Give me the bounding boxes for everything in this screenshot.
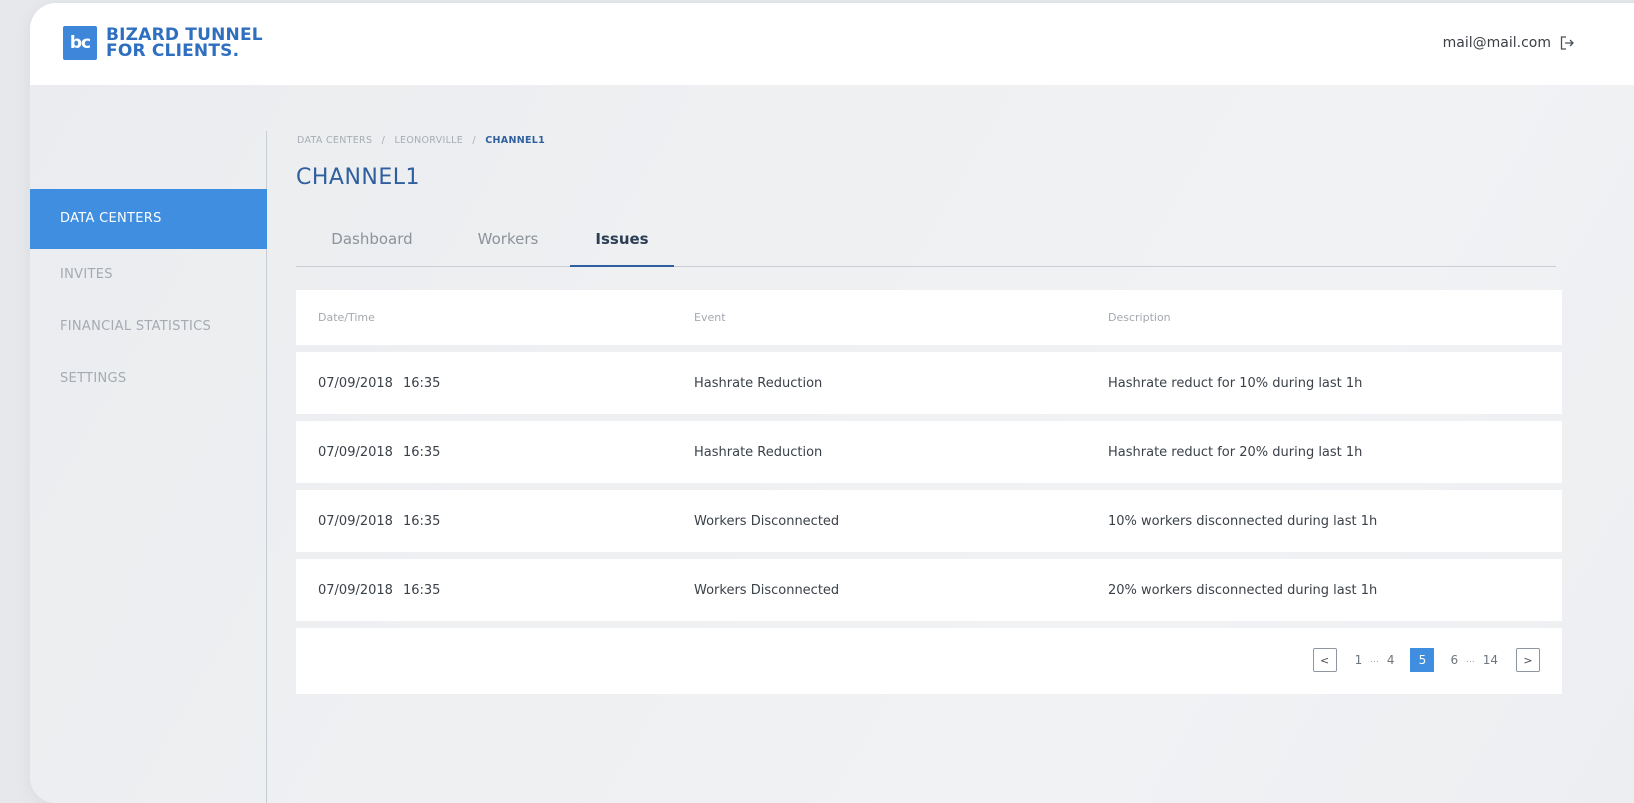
breadcrumb-separator: / xyxy=(381,135,386,146)
next-page-button[interactable]: > xyxy=(1516,648,1540,672)
table-row[interactable]: 07/09/2018 16:35 Hashrate Reduction Hashr… xyxy=(296,352,1562,414)
breadcrumb: DATA CENTERS / LEONORVILLE / CHANNEL1 xyxy=(297,135,545,146)
logout-icon[interactable] xyxy=(1560,36,1575,50)
cell-time: 16:35 xyxy=(402,375,441,391)
page-link-prev-number[interactable]: 4 xyxy=(1387,653,1395,667)
tab-issues[interactable]: Issues xyxy=(570,230,674,267)
table-row[interactable]: 07/09/2018 16:35 Workers Disconnected 10%… xyxy=(296,490,1562,552)
cell-event: Workers Disconnected xyxy=(694,582,840,598)
sidebar-item-data-centers[interactable]: DATA CENTERS xyxy=(30,189,267,249)
cell-description: Hashrate reduct for 20% during last 1h xyxy=(1108,444,1363,460)
cell-description: 20% workers disconnected during last 1h xyxy=(1108,582,1378,598)
page-link-first[interactable]: 1 xyxy=(1355,653,1363,667)
cell-event: Workers Disconnected xyxy=(694,513,840,529)
cell-time: 16:35 xyxy=(402,513,441,529)
tab-dashboard[interactable]: Dashboard xyxy=(320,230,424,265)
sidebar-item-financial-statistics[interactable]: FINANCIAL STATISTICS xyxy=(30,301,267,353)
column-header-event[interactable]: Event xyxy=(670,311,1084,324)
cell-time: 16:35 xyxy=(402,582,441,598)
cell-time: 16:35 xyxy=(402,444,441,460)
brand-logo[interactable]: bc BIZARD TUNNEL FOR CLIENTS. xyxy=(63,26,263,60)
brand-name-line2: FOR CLIENTS. xyxy=(106,41,240,61)
cell-description: 10% workers disconnected during last 1h xyxy=(1108,513,1378,529)
app-window: bc BIZARD TUNNEL FOR CLIENTS. mail@mail.… xyxy=(30,3,1634,803)
breadcrumb-item-data-centers[interactable]: DATA CENTERS xyxy=(297,135,372,146)
cell-datetime: 07/09/2018 16:35 xyxy=(296,376,670,391)
prev-page-button[interactable]: < xyxy=(1312,648,1337,672)
page-title: CHANNEL1 xyxy=(296,165,421,190)
table-row[interactable]: 07/09/2018 16:35 Workers Disconnected 20%… xyxy=(296,559,1562,621)
column-header-datetime[interactable]: Date/Time xyxy=(296,311,670,324)
breadcrumb-item-leonorville[interactable]: LEONORVILLE xyxy=(394,135,463,146)
breadcrumb-item-current: CHANNEL1 xyxy=(485,135,545,146)
brand-mark-icon: bc xyxy=(63,26,97,60)
breadcrumb-separator: / xyxy=(472,135,476,146)
cell-description: Hashrate reduct for 10% during last 1h xyxy=(1108,375,1363,391)
pagination: < 1 ... 4 5 6 ... 14 > xyxy=(1312,648,1540,672)
tab-bar: Dashboard Workers Issues xyxy=(296,230,1556,267)
cell-date: 07/09/2018 xyxy=(318,375,393,391)
pagination-row: < 1 ... 4 5 6 ... 14 > xyxy=(296,628,1562,694)
cell-date: 07/09/2018 xyxy=(318,582,393,598)
cell-date: 07/09/2018 xyxy=(318,513,393,529)
table-header: Date/Time Event Description xyxy=(296,290,1562,345)
page-link-next-number[interactable]: 6 xyxy=(1450,653,1458,667)
top-header: bc BIZARD TUNNEL FOR CLIENTS. mail@mail.… xyxy=(30,3,1634,85)
page-link-last[interactable]: 14 xyxy=(1483,653,1498,667)
cell-datetime: 07/09/2018 16:35 xyxy=(296,514,670,529)
cell-event: Hashrate Reduction xyxy=(694,375,823,391)
cell-event: Hashrate Reduction xyxy=(694,444,823,460)
issues-table: Date/Time Event Description 07/09/2018 16… xyxy=(296,290,1562,694)
page-link-current[interactable]: 5 xyxy=(1410,648,1435,672)
sidebar-item-invites[interactable]: INVITES xyxy=(30,249,267,301)
column-header-description[interactable]: Description xyxy=(1084,311,1562,324)
sidebar-nav: DATA CENTERS INVITES FINANCIAL STATISTIC… xyxy=(30,189,267,405)
user-email[interactable]: mail@mail.com xyxy=(1443,35,1551,51)
table-row[interactable]: 07/09/2018 16:35 Hashrate Reduction Hashr… xyxy=(296,421,1562,483)
tab-workers[interactable]: Workers xyxy=(466,230,550,265)
cell-date: 07/09/2018 xyxy=(318,444,393,460)
sidebar-item-settings[interactable]: SETTINGS xyxy=(30,353,267,405)
brand-name: BIZARD TUNNEL FOR CLIENTS. xyxy=(106,27,263,61)
pagination-ellipsis: ... xyxy=(1466,655,1475,665)
pagination-ellipsis: ... xyxy=(1370,655,1379,665)
cell-datetime: 07/09/2018 16:35 xyxy=(296,445,670,460)
cell-datetime: 07/09/2018 16:35 xyxy=(296,583,670,598)
user-menu: mail@mail.com xyxy=(1443,35,1575,51)
